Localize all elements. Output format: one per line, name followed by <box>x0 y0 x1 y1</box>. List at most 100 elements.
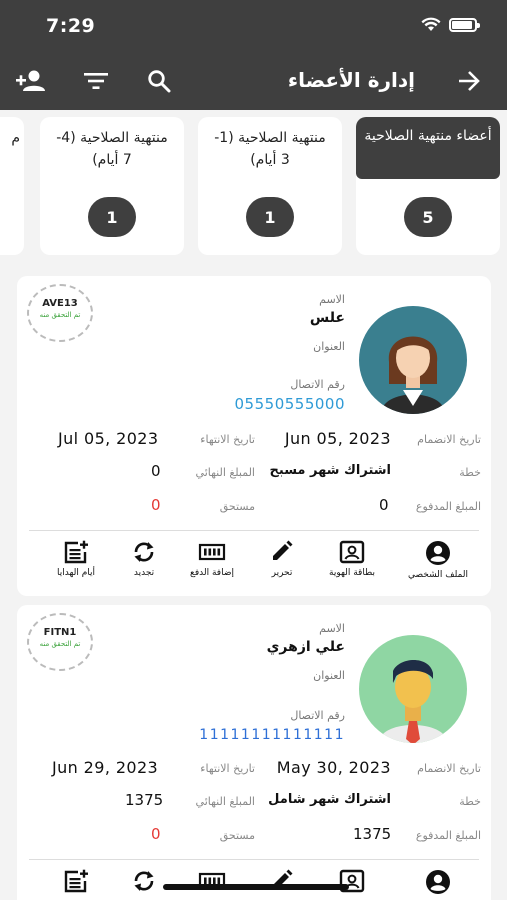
female-avatar-icon <box>381 336 445 414</box>
member-card[interactable]: AVE13 تم التحقق منه الاسم علس العنوان رق… <box>17 276 491 596</box>
page-title: إدارة الأعضاء <box>287 68 415 92</box>
plan-row: خطة اشتراك شهر مسبح المبلغ النهائي 0 <box>17 461 491 485</box>
dates-row: تاريخ الانضمام May 30, 2023 تاريخ الانته… <box>17 757 491 781</box>
end-date-label: تاريخ الانتهاء <box>200 762 255 775</box>
due-amount: 0 <box>151 825 161 843</box>
divider <box>29 859 479 860</box>
member-code: FITN1 <box>43 627 77 638</box>
filter-label: أعضاء منتهية الصلاحية <box>356 117 500 179</box>
filter-card-1-3-days[interactable]: منتهية الصلاحية (1-3 أيام) 1 <box>198 117 342 255</box>
final-amount-label: المبلغ النهائي <box>195 466 255 479</box>
phone-label: رقم الاتصال <box>290 378 345 391</box>
home-indicator[interactable] <box>163 884 349 890</box>
paid-amount: 0 <box>379 496 389 514</box>
due-label: مستحق <box>219 500 255 513</box>
join-date-label: تاريخ الانضمام <box>417 762 481 775</box>
add-member-button[interactable] <box>14 66 48 96</box>
join-date: Jun 05, 2023 <box>284 429 391 448</box>
member-actions: الملف الشخصي بطاقة الهوية تحرير إضافة ال… <box>17 540 491 590</box>
edit-button[interactable]: تحرير <box>247 540 317 578</box>
add-payment-label: إضافة الدفع <box>190 568 234 578</box>
end-date: Jun 29, 2023 <box>52 758 159 777</box>
member-code: AVE13 <box>42 298 78 309</box>
paid-amount: 1375 <box>353 825 392 843</box>
payment-row: المبلغ المدفوع 1375 مستحق 0 <box>17 824 491 848</box>
paid-label: المبلغ المدفوع <box>415 829 481 842</box>
join-date-label: تاريخ الانضمام <box>417 433 481 446</box>
filter-card-expired[interactable]: أعضاء منتهية الصلاحية 5 <box>356 117 500 255</box>
filter-card-4-7-days[interactable]: منتهية الصلاحية (4-7 أيام) 1 <box>40 117 184 255</box>
filter-label: منتهية الصلاحية (4-7 أيام) <box>56 130 168 168</box>
name-label: الاسم <box>319 293 345 306</box>
plan-label: خطة <box>459 466 481 479</box>
profile-label: الملف الشخصي <box>408 570 468 580</box>
name-label: الاسم <box>319 622 345 635</box>
member-phone[interactable]: 11111111111111 <box>199 727 345 743</box>
plan-row: خطة اشتراك شهر شامل المبلغ النهائي 1375 <box>17 790 491 814</box>
member-name: علي ازهري <box>266 639 345 655</box>
member-name: علس <box>309 310 345 326</box>
autorenew-icon <box>134 871 154 891</box>
edit-label: تحرير <box>271 568 293 578</box>
payment-icon <box>198 543 226 561</box>
status-icons <box>421 17 480 32</box>
person-add-icon <box>16 70 45 91</box>
post-add-icon <box>64 869 88 893</box>
status-time: 7:29 <box>46 15 96 37</box>
filter-count: 1 <box>246 197 294 237</box>
profile-button[interactable] <box>403 869 473 895</box>
filter-button[interactable] <box>79 66 113 96</box>
divider <box>29 530 479 531</box>
due-amount: 0 <box>151 496 161 514</box>
wifi-icon <box>421 17 441 31</box>
member-phone[interactable]: 05550555000 <box>235 395 345 413</box>
id-card-icon <box>339 540 365 564</box>
avatar <box>359 306 467 414</box>
filter-card-partial[interactable]: م <box>0 117 24 255</box>
filter-label: م <box>11 130 20 146</box>
renew-label: تجديد <box>133 568 155 578</box>
dates-row: تاريخ الانضمام Jun 05, 2023 تاريخ الانته… <box>17 428 491 452</box>
app-screen: 7:29 إدارة الأعضاء أعضاء منتهية الصلاحية… <box>0 0 507 900</box>
id-card-label: بطاقة الهوية <box>329 568 375 578</box>
final-amount-label: المبلغ النهائي <box>195 795 255 808</box>
plan-label: خطة <box>459 795 481 808</box>
address-label: العنوان <box>313 340 345 353</box>
id-card-button[interactable]: بطاقة الهوية <box>317 540 387 578</box>
renew-button[interactable]: تجديد <box>109 540 179 578</box>
gift-days-label: أيام الهدايا <box>56 568 96 578</box>
filter-icon <box>84 73 108 89</box>
app-header: 7:29 إدارة الأعضاء <box>0 0 507 110</box>
back-button[interactable] <box>452 66 486 96</box>
pencil-icon <box>273 540 293 560</box>
post-add-icon <box>64 540 88 564</box>
gift-days-button[interactable] <box>41 869 111 893</box>
search-icon <box>148 70 171 93</box>
profile-button[interactable]: الملف الشخصي <box>403 540 473 580</box>
avatar <box>359 635 467 743</box>
member-card[interactable]: FITN1 تم التحقق منه الاسم علي ازهري العن… <box>17 605 491 900</box>
gift-days-button[interactable]: أيام الهدايا <box>41 540 111 578</box>
search-button[interactable] <box>142 66 176 96</box>
filter-label: منتهية الصلاحية (1-3 أيام) <box>214 130 326 168</box>
end-date-label: تاريخ الانتهاء <box>200 433 255 446</box>
verified-label: تم التحقق منه <box>39 640 81 648</box>
phone-label: رقم الاتصال <box>290 709 345 722</box>
filter-count: 1 <box>88 197 136 237</box>
end-date: Jul 05, 2023 <box>58 429 159 448</box>
filter-count: 5 <box>404 197 452 237</box>
verified-stamp: FITN1 تم التحقق منه <box>27 613 93 671</box>
account-circle-icon <box>426 541 450 565</box>
final-amount: 1375 <box>125 791 164 809</box>
battery-icon <box>449 17 480 32</box>
due-label: مستحق <box>219 829 255 842</box>
address-label: العنوان <box>313 669 345 682</box>
arrow-forward-icon <box>459 71 480 91</box>
payment-row: المبلغ المدفوع 0 مستحق 0 <box>17 495 491 519</box>
plan-name: اشتراك شهر مسبح <box>269 463 391 478</box>
account-circle-icon <box>426 870 450 894</box>
male-avatar-icon <box>379 660 447 743</box>
verified-stamp: AVE13 تم التحقق منه <box>27 284 93 342</box>
final-amount: 0 <box>151 462 161 480</box>
add-payment-button[interactable]: إضافة الدفع <box>177 540 247 578</box>
